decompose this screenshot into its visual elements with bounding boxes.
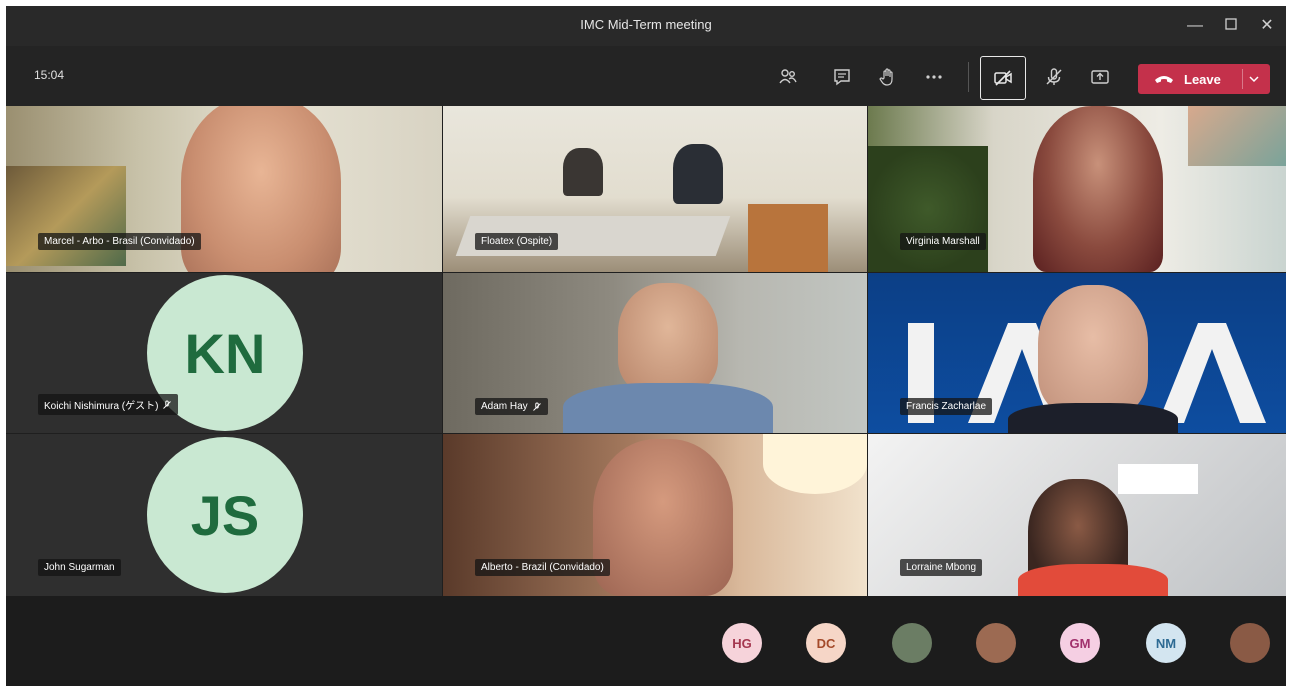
plant [868, 146, 988, 272]
video-tile[interactable]: Francis Zacharlae [868, 273, 1286, 433]
participant-name-label: Lorraine Mbong [900, 559, 983, 576]
participant-name: Adam Hay [481, 401, 528, 412]
participant-name-label: Koichi Nishimura (ゲスト) [38, 394, 179, 415]
participant-name: Lorraine Mbong [906, 562, 977, 573]
leave-split-divider [1242, 69, 1243, 89]
participant-name: Koichi Nishimura (ゲスト) [44, 401, 159, 412]
video-tile[interactable]: KN Koichi Nishimura (ゲスト) [6, 273, 442, 433]
participant-avatar-photo[interactable] [1230, 623, 1270, 663]
chevron-down-icon [1249, 76, 1259, 83]
participants-button[interactable] [770, 60, 806, 94]
ceiling-light [1118, 464, 1198, 494]
close-button[interactable]: ✕ [1254, 14, 1280, 38]
participant-avatar-hg[interactable]: HG [722, 623, 762, 663]
leave-button[interactable]: Leave [1138, 64, 1270, 94]
participant-name-label: Floatex (Ospite) [475, 233, 559, 250]
participant-figure [673, 144, 723, 204]
toolbar-divider [968, 62, 969, 92]
chat-icon [834, 69, 850, 86]
chat-button[interactable] [824, 60, 860, 94]
participant-avatar-photo[interactable] [892, 623, 932, 663]
people-icon [779, 69, 797, 84]
meeting-toolbar: 15:04 Leave [6, 46, 1286, 106]
participant-face [1033, 106, 1163, 272]
participant-suit [1008, 403, 1178, 433]
title-bar: IMC Mid-Term meeting — ✕ [6, 6, 1286, 46]
participant-avatar: JS [147, 437, 303, 593]
participant-name: Floatex (Ospite) [481, 236, 553, 247]
camera-toggle-button[interactable] [980, 56, 1026, 100]
mic-off-icon [1046, 68, 1062, 85]
leave-label: Leave [1184, 72, 1221, 87]
participant-face [1038, 285, 1148, 415]
share-screen-button[interactable] [1082, 60, 1118, 94]
video-tile[interactable]: Lorraine Mbong [868, 434, 1286, 596]
participant-name: Francis Zacharlae [906, 401, 987, 412]
more-actions-button[interactable] [916, 60, 952, 94]
participant-avatar-nm[interactable]: NM [1146, 623, 1186, 663]
maximize-button[interactable] [1218, 14, 1244, 38]
participant-avatar-dc[interactable]: DC [806, 623, 846, 663]
video-tile[interactable]: Adam Hay [443, 273, 867, 433]
minimize-button[interactable]: — [1182, 14, 1208, 38]
cabinet [748, 204, 828, 272]
participant-avatar-photo[interactable] [976, 623, 1016, 663]
share-icon [1091, 70, 1109, 84]
participant-name-label: Adam Hay [475, 398, 548, 415]
participant-shirt [563, 383, 773, 433]
participant-face [181, 106, 341, 272]
lamp [763, 434, 867, 494]
hand-icon [879, 68, 893, 86]
meeting-timer: 15:04 [34, 68, 65, 82]
participant-name-label: Virginia Marshall [900, 233, 986, 250]
participant-name-label: Francis Zacharlae [900, 398, 993, 415]
map-picture [1188, 106, 1286, 166]
more-icon [926, 75, 942, 79]
window-title: IMC Mid-Term meeting [580, 17, 712, 32]
participant-name: Virginia Marshall [906, 236, 980, 247]
avatar-initials: HG [732, 635, 752, 651]
participant-avatar-gm[interactable]: GM [1060, 623, 1100, 663]
participant-name-label: Marcel - Arbo - Brasil (Convidado) [38, 233, 201, 250]
video-tile[interactable]: Virginia Marshall [868, 106, 1286, 272]
avatar-initials: DC [816, 635, 836, 651]
video-tile[interactable]: Floatex (Ospite) [443, 106, 867, 272]
phone-hangup-icon [1155, 76, 1173, 83]
mic-muted-icon [532, 402, 541, 411]
camera-off-icon [994, 70, 1012, 86]
mic-toggle-button[interactable] [1036, 60, 1072, 94]
video-tile[interactable]: Marcel - Arbo - Brasil (Convidado) [6, 106, 442, 272]
participant-figure [563, 148, 603, 196]
participant-name: Alberto - Brazil (Convidado) [481, 562, 604, 573]
participant-name: John Sugarman [44, 562, 115, 573]
participant-face [593, 439, 733, 596]
raise-hand-button[interactable] [870, 60, 906, 94]
maximize-icon [1225, 18, 1237, 30]
video-tile[interactable]: JS John Sugarman [6, 434, 442, 596]
participant-face [618, 283, 718, 393]
painting [6, 166, 126, 266]
video-tile[interactable]: Alberto - Brazil (Convidado) [443, 434, 867, 596]
avatar-initials: NM [1155, 635, 1177, 651]
video-grid: Marcel - Arbo - Brasil (Convidado) Float… [6, 106, 1286, 596]
participant-name-label: John Sugarman [38, 559, 121, 576]
avatar-initials: GM [1069, 635, 1091, 651]
mic-muted-icon [163, 400, 172, 409]
teams-meeting-window: IMC Mid-Term meeting — ✕ 15:04 Leave Mar… [6, 6, 1286, 686]
overflow-participants-bar: HG DC GM NM [6, 596, 1286, 686]
participant-name: Marcel - Arbo - Brasil (Convidado) [44, 236, 195, 247]
participant-shirt [1018, 564, 1168, 596]
participant-name-label: Alberto - Brazil (Convidado) [475, 559, 610, 576]
